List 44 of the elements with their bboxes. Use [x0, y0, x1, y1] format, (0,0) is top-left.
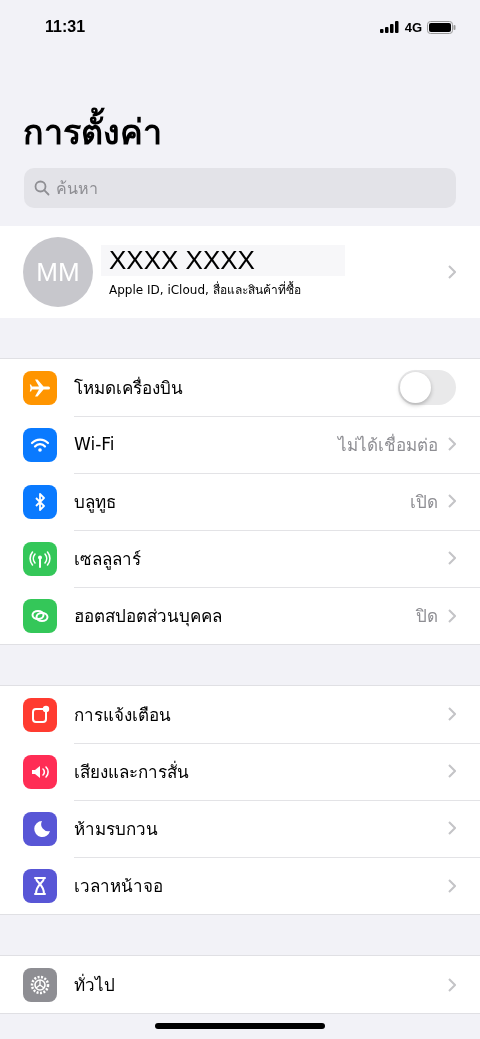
avatar: MM [23, 237, 93, 307]
row-value: ปิด [416, 605, 438, 628]
chevron-icon [448, 764, 456, 778]
chevron-icon [448, 707, 456, 721]
signal-icon [379, 21, 400, 33]
row-label: การแจ้งเตือน [74, 703, 172, 727]
row-label: เสียงและการสั่น [74, 759, 190, 784]
chevron-icon [448, 494, 456, 508]
chevron-icon [448, 878, 456, 893]
settings-row[interactable]: เสียงและการสั่น [0, 743, 480, 800]
battery-icon [427, 20, 456, 34]
settings-row[interactable]: Wi-Fi ไม่ได้เชื่อมต่อ [0, 416, 480, 473]
row-value: ไม่ได้เชื่อมต่อ [338, 432, 438, 457]
row-label: ทั่วไป [74, 972, 116, 997]
row-label: เวลาหน้าจอ [74, 875, 164, 898]
status-time: 11:31 [45, 18, 86, 36]
chevron-icon [448, 551, 456, 565]
settings-row[interactable]: ทั่วไป [0, 956, 480, 1013]
row-label: โหมดเครื่องบิน [74, 375, 184, 400]
chevron-icon [448, 608, 456, 623]
chevron-icon [448, 265, 456, 279]
settings-row[interactable]: โหมดเครื่องบิน [0, 359, 480, 416]
network-type: 4G [404, 19, 422, 35]
search-field[interactable]: ค้นหา [24, 168, 456, 208]
settings-row[interactable]: การแจ้งเตือน [0, 686, 480, 743]
settings-row[interactable]: ฮอตสปอตส่วนบุคคล ปิด [0, 587, 480, 644]
chevron-icon [448, 977, 456, 992]
row-label: Wi-Fi [74, 434, 116, 454]
chevron-icon [448, 437, 456, 451]
row-label: บลูทูธ [74, 490, 117, 515]
row-label: เซลลูลาร์ [74, 547, 142, 572]
toggle-switch[interactable] [398, 369, 456, 405]
settings-row[interactable]: บลูทูธ เปิด [0, 473, 480, 530]
row-label: ห้ามรบกวน [74, 817, 159, 841]
settings-row[interactable]: เซลลูลาร์ [0, 530, 480, 587]
profile-subtitle: Apple ID, iCloud, สื่อและสินค้าที่ซื้อ [109, 280, 302, 299]
row-value: เปิด [410, 490, 438, 514]
chevron-icon [448, 821, 456, 835]
row-label: ฮอตสปอตส่วนบุคคล [74, 605, 223, 629]
page-title: การตั้งค่า [0, 40, 480, 160]
profile-row[interactable]: MM XXXX XXXX Apple ID, iCloud, สื่อและสินค้าที่ซื้อ [0, 226, 480, 318]
settings-row[interactable]: ห้ามรบกวน [0, 800, 480, 857]
settings-row[interactable]: เวลาหน้าจอ [0, 857, 480, 914]
profile-name: XXXX XXXX [101, 245, 345, 276]
